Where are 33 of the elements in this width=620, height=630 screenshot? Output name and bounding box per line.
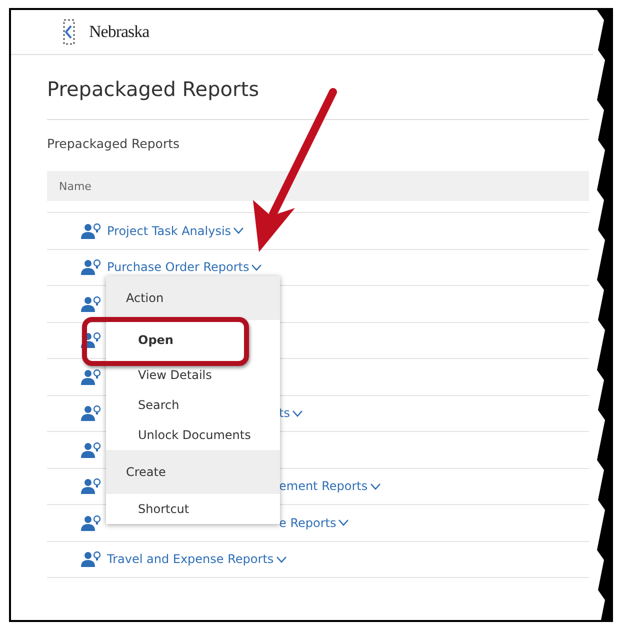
menu-section-header: Create [106, 450, 280, 494]
caret-icon [292, 410, 303, 417]
report-icon [81, 332, 101, 348]
report-icon [81, 259, 101, 276]
page-title: Prepackaged Reports [47, 55, 589, 120]
logo: Nebraska [89, 22, 150, 42]
k-mark-icon [63, 19, 75, 45]
menu-item[interactable]: Shortcut [106, 494, 280, 524]
report-link[interactable]: ts [279, 406, 303, 420]
column-header: Name [47, 171, 589, 201]
menu-section-header: Action [106, 276, 280, 320]
report-icon [81, 514, 101, 531]
caret-icon [370, 482, 381, 490]
breadcrumb: Prepackaged Reports [47, 135, 181, 153]
caret-icon [276, 556, 287, 563]
menu-item[interactable]: Unlock Documents [106, 420, 280, 450]
menu-item[interactable]: Open [106, 320, 280, 360]
caret-icon [233, 227, 244, 234]
caret-icon [251, 264, 262, 271]
report-link[interactable]: Travel and Expense Reports [107, 552, 287, 566]
caret-icon [338, 519, 350, 526]
report-icon [81, 296, 101, 312]
menu-item[interactable]: Search [106, 390, 280, 420]
report-icon [81, 442, 101, 458]
report-link[interactable]: Project Task Analysis [107, 224, 244, 238]
report-link[interactable]: ement Reports [279, 479, 381, 494]
report-link[interactable]: Purchase Order Reports [107, 260, 262, 274]
report-icon [81, 405, 101, 422]
report-icon [81, 478, 101, 494]
report-icon [81, 222, 101, 239]
report-icon [81, 551, 101, 568]
report-link[interactable]: e Reports [279, 516, 350, 530]
report-icon [81, 368, 101, 385]
